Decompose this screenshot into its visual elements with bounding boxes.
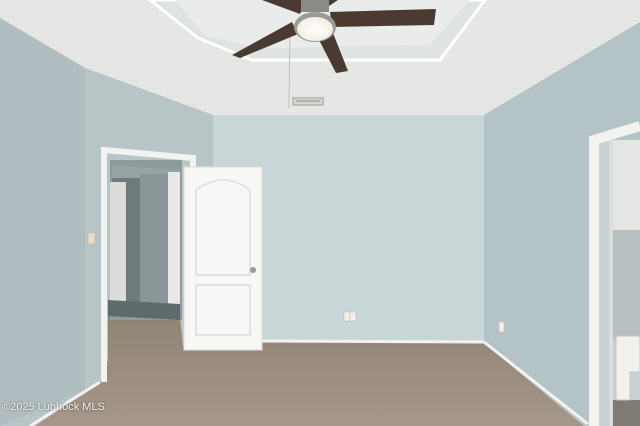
room-photo: ©2025 Lubbock MLS xyxy=(0,0,640,426)
wall-outlet xyxy=(343,311,351,322)
light-switch xyxy=(87,232,96,245)
watermark-text: ©2025 Lubbock MLS xyxy=(2,401,105,413)
bedroom-door xyxy=(183,166,263,351)
door-knob xyxy=(250,267,256,273)
fan-light xyxy=(297,17,333,41)
right-wall-outlet xyxy=(498,321,505,333)
bathroom-doorway xyxy=(589,121,640,426)
